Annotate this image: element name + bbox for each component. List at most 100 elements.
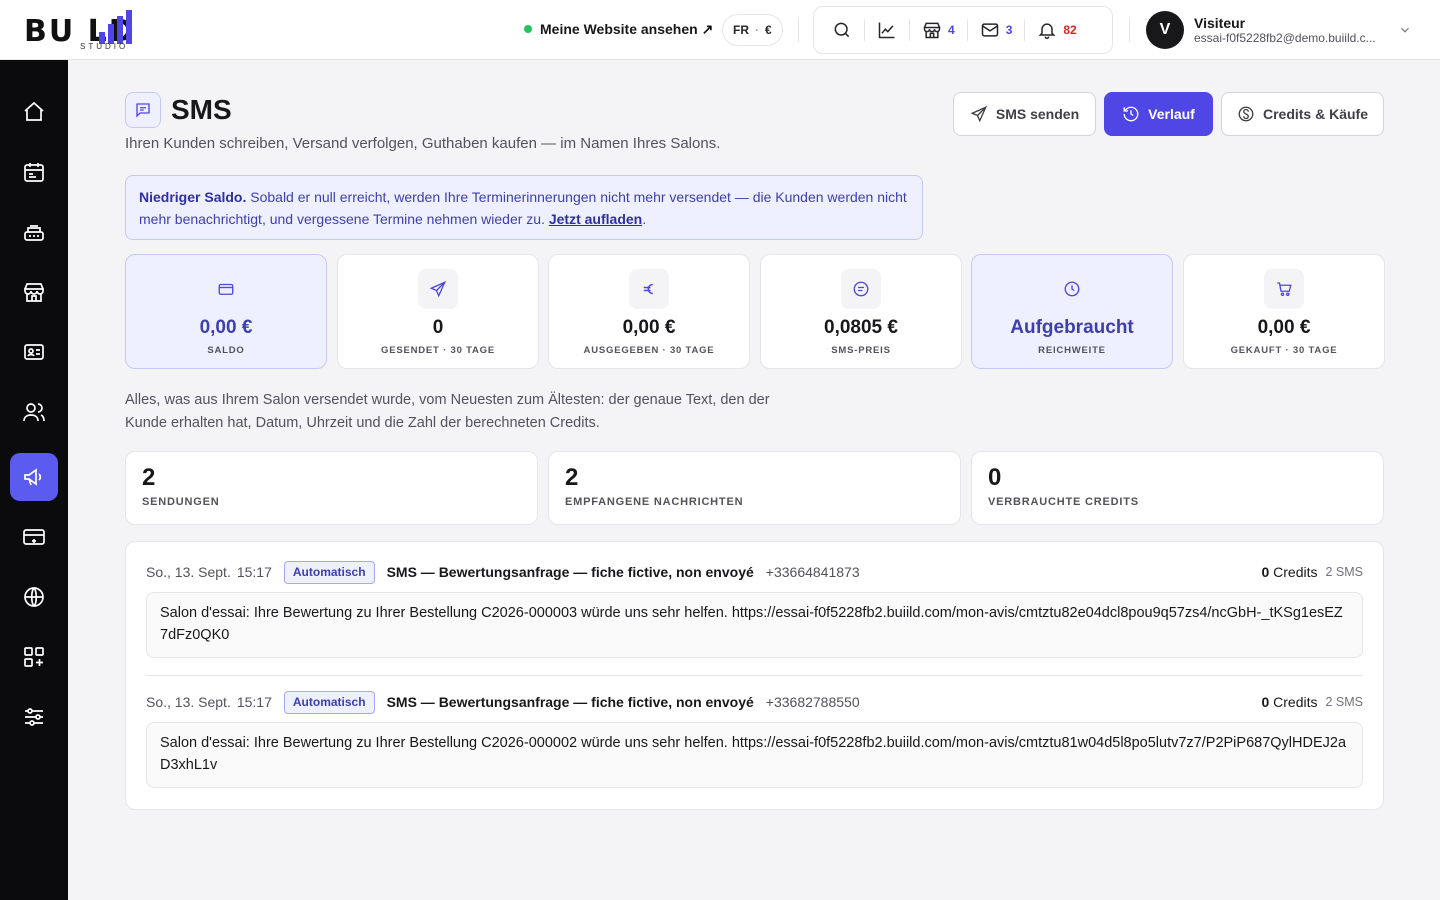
credits-word: Credits xyxy=(1269,694,1318,710)
coin-icon xyxy=(1238,106,1254,122)
credits-word: Credits xyxy=(1269,564,1318,580)
summary-label: EMPFANGENE NACHRICHTEN xyxy=(565,496,744,508)
alert-text: Sobald er null erreicht, werden Ihre Ter… xyxy=(139,189,907,227)
divider xyxy=(798,18,799,42)
stat-value: 0,0805 € xyxy=(824,317,898,338)
globe-icon xyxy=(24,587,44,607)
stat-value: 0,00 € xyxy=(622,317,676,338)
euro-icon xyxy=(643,283,653,295)
send-icon xyxy=(429,280,447,298)
stat-value: 0,00 € xyxy=(1257,317,1311,338)
history-description: Alles, was aus Ihrem Salon versendet wur… xyxy=(125,392,770,431)
search-button[interactable] xyxy=(820,12,864,48)
credits-purchases-button[interactable]: Credits & Käufe xyxy=(1221,92,1384,136)
calendar-icon xyxy=(24,163,44,182)
sms-phone: +33664841873 xyxy=(765,564,860,580)
store-icon xyxy=(24,283,44,302)
language-label: FR xyxy=(733,23,749,37)
sidebar-item-payments[interactable] xyxy=(10,513,58,561)
type-badge: Automatisch xyxy=(283,690,375,714)
sms-time: 15:17 xyxy=(236,564,272,580)
logo-bars-icon xyxy=(99,10,132,44)
sms-cost: 0 Credits 2 SMS xyxy=(1261,564,1363,580)
summary-card-sends: 2 SENDUNGEN xyxy=(125,451,538,525)
bell-icon xyxy=(1038,23,1056,40)
history-button[interactable]: Verlauf xyxy=(1104,92,1213,136)
stat-card-reach: Aufgebraucht REICHWEITE xyxy=(971,254,1173,369)
low-balance-alert: Niedriger Saldo. Sobald er null erreicht… xyxy=(125,175,923,240)
user-email: essai-f0f5228fb2@demo.buiild.c... xyxy=(1194,31,1376,45)
summary-value: 2 xyxy=(565,464,579,491)
cart-icon xyxy=(1277,282,1292,297)
stats-button[interactable] xyxy=(865,12,909,48)
page-title: SMS xyxy=(171,94,232,125)
sms-time: 15:17 xyxy=(236,694,272,710)
main-content: SMS Ihren Kunden schreiben, Versand verf… xyxy=(68,60,1440,900)
user-name: Visiteur xyxy=(1194,15,1246,31)
sms-cost: 0 Credits 2 SMS xyxy=(1261,694,1363,710)
notifications-button[interactable]: 82 xyxy=(1025,12,1088,48)
mail-count: 3 xyxy=(1005,23,1013,37)
stat-icon-box xyxy=(629,269,669,309)
stat-icon-box xyxy=(1052,269,1092,309)
view-website-label: Meine Website ansehen ↗ xyxy=(540,20,714,37)
sidebar-item-store[interactable] xyxy=(10,268,58,316)
credits-used: 0 Credits xyxy=(1261,694,1317,710)
sidebar-item-clients[interactable] xyxy=(10,388,58,436)
sidebar-item-marketing[interactable] xyxy=(10,453,58,501)
summary-label: VERBRAUCHTE CREDITS xyxy=(988,496,1139,508)
search-icon xyxy=(834,22,850,38)
separator: · xyxy=(755,23,759,37)
stat-icon-box xyxy=(1264,269,1304,309)
sidebar-item-contacts[interactable] xyxy=(10,328,58,376)
currency-label: € xyxy=(765,23,772,37)
top-up-link[interactable]: Jetzt aufladen xyxy=(549,211,642,227)
stat-icon-box xyxy=(841,269,881,309)
summary-card-credits: 0 VERBRAUCHTE CREDITS xyxy=(971,451,1384,525)
store-icon xyxy=(923,22,941,39)
logo[interactable]: BU LD STUDIO xyxy=(24,8,184,52)
sidebar-item-calendar[interactable] xyxy=(10,148,58,196)
sms-message-text: Salon d'essai: Ihre Bewertung zu Ihrer B… xyxy=(146,722,1363,788)
send-sms-button[interactable]: SMS senden xyxy=(953,92,1096,136)
credit-card-icon xyxy=(23,529,45,545)
sms-count: 2 SMS xyxy=(1325,695,1363,709)
stat-card-balance: 0,00 € SALDO xyxy=(125,254,327,369)
messages-button[interactable]: 3 xyxy=(968,12,1025,48)
sms-date: So., 13. Sept. xyxy=(146,694,231,710)
message-square-icon xyxy=(136,103,150,118)
register-icon xyxy=(24,225,44,241)
sms-meta: So., 13. Sept. 15:17 Automatisch SMS — B… xyxy=(146,690,1363,714)
sliders-icon xyxy=(25,708,43,726)
page-icon xyxy=(125,92,161,128)
mail-icon xyxy=(981,23,998,37)
shops-button[interactable]: 4 xyxy=(910,12,967,48)
sms-title: SMS — Bewertungsanfrage — fiche fictive,… xyxy=(386,694,754,710)
stat-label: AUSGEGEBEN · 30 TAGE xyxy=(583,345,715,356)
sidebar-item-home[interactable] xyxy=(10,88,58,136)
header-toolbar: 4 3 82 xyxy=(813,6,1113,54)
sidebar-item-website[interactable] xyxy=(10,573,58,621)
contact-card-icon xyxy=(24,344,44,360)
users-icon xyxy=(23,403,45,422)
notifications-count: 82 xyxy=(1063,23,1077,37)
sms-meta: So., 13. Sept. 15:17 Automatisch SMS — B… xyxy=(146,560,1363,584)
sidebar-item-apps[interactable] xyxy=(10,633,58,681)
view-website-link[interactable]: Meine Website ansehen ↗ xyxy=(524,18,713,40)
divider xyxy=(1129,18,1130,42)
history-label: Verlauf xyxy=(1148,106,1195,122)
stat-card-sent: 0 GESENDET · 30 TAGE xyxy=(337,254,539,369)
stat-value: 0,00 € xyxy=(199,317,253,338)
credits-purchases-label: Credits & Käufe xyxy=(1262,106,1369,122)
logo-subtitle: STUDIO xyxy=(80,42,129,51)
avatar: V xyxy=(1146,11,1184,49)
summary-value: 2 xyxy=(142,464,156,491)
stat-icon-box xyxy=(206,269,246,309)
type-badge: Automatisch xyxy=(283,560,375,584)
credits-used: 0 Credits xyxy=(1261,564,1317,580)
language-currency-switch[interactable]: FR · € xyxy=(722,14,783,46)
sidebar-item-settings[interactable] xyxy=(10,693,58,741)
sidebar-item-register[interactable] xyxy=(10,208,58,256)
user-menu[interactable]: V Visiteur essai-f0f5228fb2@demo.buiild.… xyxy=(1146,10,1416,50)
stat-card-sms-price: 0,0805 € SMS-PREIS xyxy=(760,254,962,369)
